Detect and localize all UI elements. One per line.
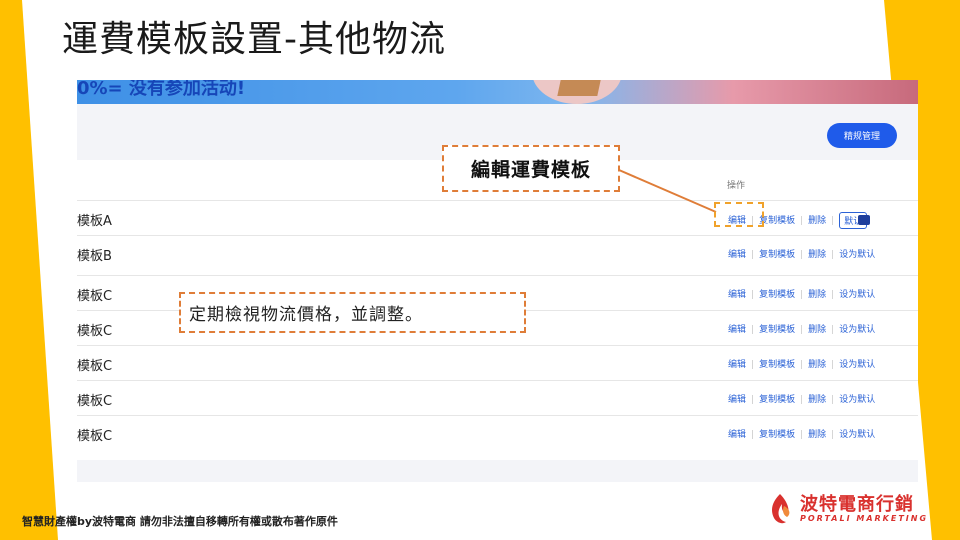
copy-template-link[interactable]: 复制模板 [759, 250, 795, 260]
edit-link-highlight [714, 202, 764, 227]
edit-link[interactable]: 编辑 [728, 360, 746, 370]
table-footer [77, 460, 918, 482]
template-name: 模板C [77, 394, 113, 409]
table-row: 模板C 编辑 | 复制模板 | 删除 | 设为默认 [77, 381, 918, 416]
delete-link[interactable]: 删除 [808, 395, 826, 405]
row-actions: 编辑 | 复制模板 | 删除 | 设为默认 [728, 430, 876, 440]
edit-link[interactable]: 编辑 [728, 395, 746, 405]
edit-template-callout: 編輯運費模板 [442, 145, 620, 192]
delete-link[interactable]: 删除 [808, 360, 826, 370]
promo-banner: 0%= 没有参加活动! [77, 80, 918, 104]
table-row: 模板C 编辑 | 复制模板 | 删除 | 设为默认 [77, 346, 918, 381]
logo-subtext: PORTALI MARKETING [800, 514, 929, 523]
review-prices-callout: 定期檢視物流價格，並調整。 [179, 292, 526, 333]
copy-template-link[interactable]: 复制模板 [759, 290, 795, 300]
table-row: 模板B 编辑 | 复制模板 | 删除 | 设为默认 [77, 236, 918, 276]
template-name: 模板C [77, 289, 113, 304]
copy-template-link[interactable]: 复制模板 [759, 430, 795, 440]
row-actions: 编辑 | 复制模板 | 删除 | 设为默认 [728, 250, 876, 260]
delete-link[interactable]: 删除 [808, 430, 826, 440]
flame-logo-icon [772, 494, 790, 524]
copy-template-link[interactable]: 复制模板 [759, 395, 795, 405]
template-name: 模板A [77, 214, 112, 229]
left-yellow-stripe [0, 0, 58, 540]
set-default-link[interactable]: 设为默认 [839, 325, 875, 335]
delete-link[interactable]: 删除 [808, 216, 826, 226]
set-default-link[interactable]: 设为默认 [839, 360, 875, 370]
edit-link[interactable]: 编辑 [728, 250, 746, 260]
template-name: 模板B [77, 249, 112, 264]
row-actions: 编辑 | 复制模板 | 删除 | 设为默认 [728, 325, 876, 335]
edit-link[interactable]: 编辑 [728, 430, 746, 440]
template-name: 模板C [77, 429, 113, 444]
copy-template-link[interactable]: 复制模板 [759, 216, 795, 226]
ops-column-header: 操作 [727, 181, 746, 191]
banner-text: 0%= 没有参加活动! [77, 80, 246, 99]
logo-text: 波特電商行銷 [800, 494, 914, 515]
template-name: 模板C [77, 359, 113, 374]
check-icon [858, 215, 871, 225]
set-default-link[interactable]: 设为默认 [839, 430, 875, 440]
set-default-link[interactable]: 设为默认 [839, 250, 875, 260]
edit-link[interactable]: 编辑 [728, 290, 746, 300]
row-actions: 编辑 | 复制模板 | 删除 | 设为默认 [728, 290, 876, 300]
row-actions: 编辑 | 复制模板 | 删除 | 设为默认 [728, 395, 876, 405]
copy-template-link[interactable]: 复制模板 [759, 360, 795, 370]
table-row: 模板C 编辑 | 复制模板 | 删除 | 设为默认 [77, 416, 918, 451]
row-actions: 编辑 | 复制模板 | 删除 | 设为默认 [728, 360, 876, 370]
delete-link[interactable]: 删除 [808, 250, 826, 260]
copyright-notice: 智慧財產權by波特電商 請勿非法擅自移轉所有權或散布著作原件 [22, 515, 338, 528]
delete-link[interactable]: 删除 [808, 325, 826, 335]
set-default-link[interactable]: 设为默认 [839, 290, 875, 300]
set-default-link[interactable]: 设为默认 [839, 395, 875, 405]
template-name: 模板C [77, 324, 113, 339]
edit-link[interactable]: 编辑 [728, 325, 746, 335]
table-row: 模板A 编辑 | 复制模板 | 删除 | 默认 [77, 201, 918, 236]
copy-template-link[interactable]: 复制模板 [759, 325, 795, 335]
banner-box-illustration [557, 80, 601, 96]
delete-link[interactable]: 删除 [808, 290, 826, 300]
slide-title: 運費模板設置-其他物流 [62, 19, 446, 60]
default-badge[interactable]: 默认 [839, 212, 871, 229]
manage-button[interactable]: 精规管理 [827, 123, 897, 148]
shipping-template-screenshot: 0%= 没有参加活动! 精规管理 操作 模板A 编辑 | 复制模板 | 删除 | 默认 模板… [77, 80, 918, 482]
brand-logo: 波特電商行銷 PORTALI MARKETING [766, 490, 936, 530]
